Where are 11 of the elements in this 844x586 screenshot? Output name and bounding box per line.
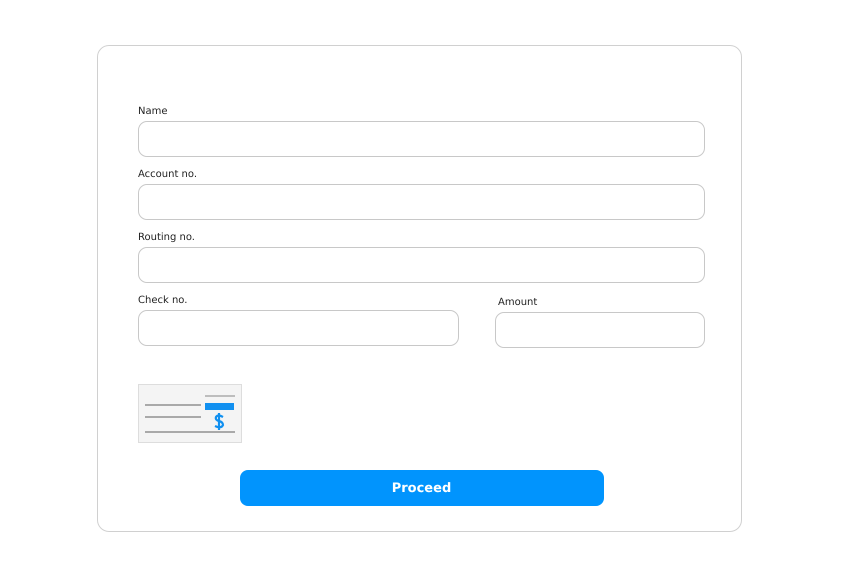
field-label: Account no. xyxy=(138,169,198,180)
input-field[interactable] xyxy=(138,247,705,283)
input-field[interactable] xyxy=(138,121,705,157)
proceed-button[interactable]: Proceed xyxy=(240,470,604,506)
input-field[interactable] xyxy=(495,312,705,348)
field-label: Check no. xyxy=(138,295,188,306)
field-label: Routing no. xyxy=(138,232,195,243)
input-field[interactable] xyxy=(138,310,459,346)
field-label: Name xyxy=(138,106,168,117)
input-field[interactable] xyxy=(138,184,705,220)
field-label: Amount xyxy=(498,297,538,308)
